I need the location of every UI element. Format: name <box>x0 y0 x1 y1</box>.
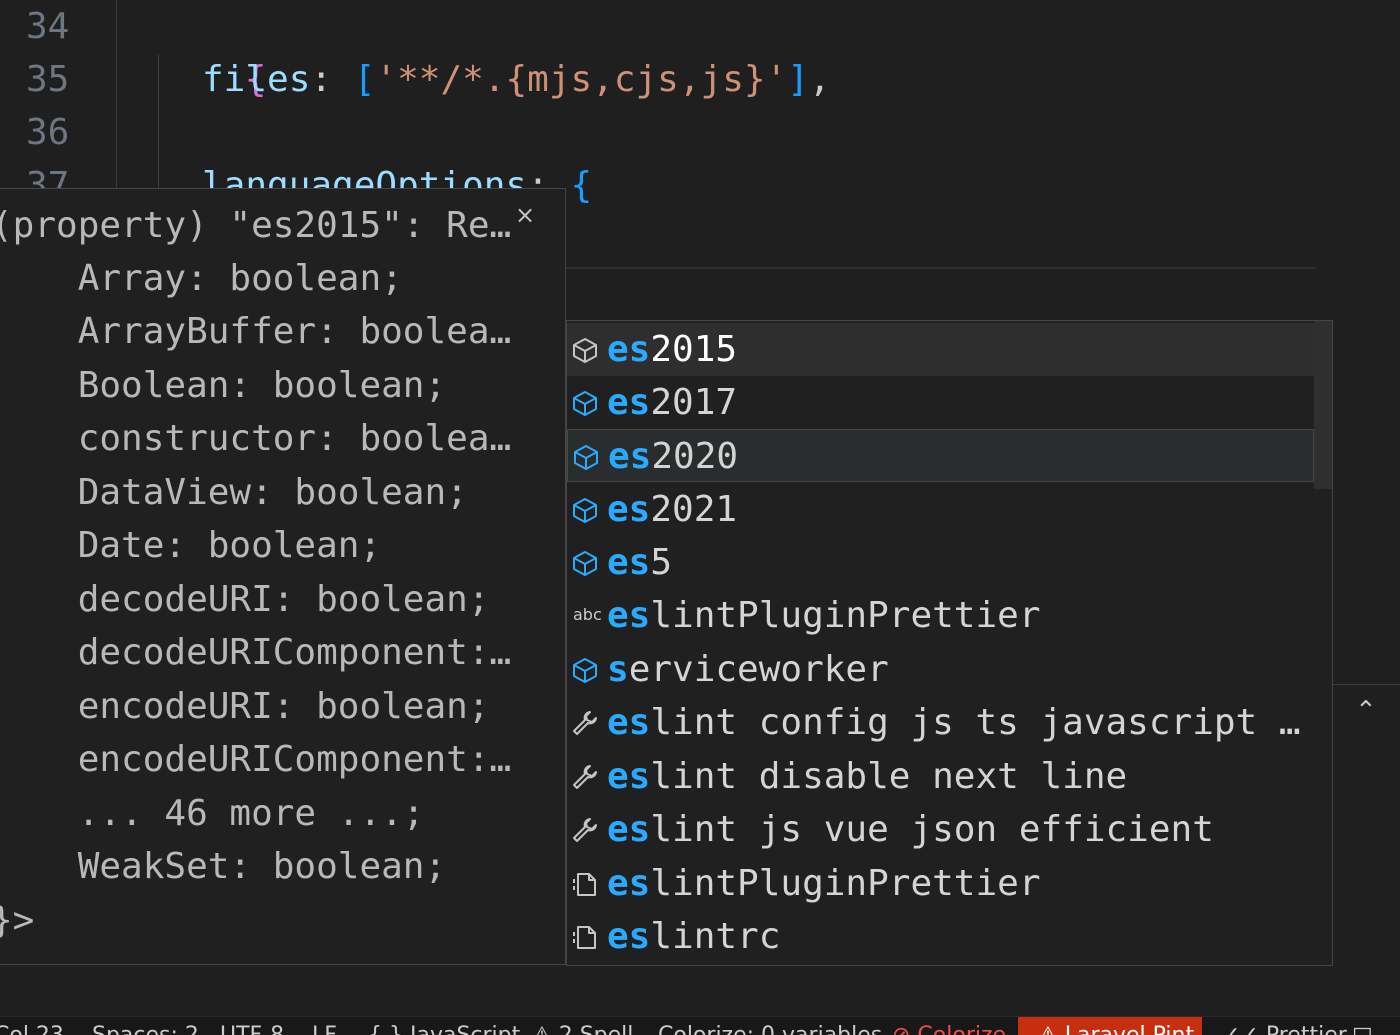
suggestion-label: es2017 <box>607 382 738 423</box>
hover-line: DataView: boolean; <box>0 472 468 513</box>
notifications-icon[interactable]: □ <box>1352 1023 1373 1035</box>
line-number: 35 <box>26 59 70 100</box>
wrench-icon <box>571 709 601 737</box>
suggest-scrollbar[interactable] <box>1314 321 1332 489</box>
laravel-pint-label: ⚠ Laravel Pint <box>1038 1023 1194 1035</box>
chevron-up-icon[interactable]: ⌃ <box>1355 696 1377 726</box>
close-bracket: ] <box>787 59 809 100</box>
line-number: 34 <box>26 6 70 47</box>
suggestion-item[interactable]: eslint js vue json efficient <box>567 803 1314 856</box>
suggestion-item[interactable]: eslintPluginPrettier <box>567 857 1314 910</box>
suggestion-item[interactable]: es2017 <box>567 376 1314 429</box>
cursor-position[interactable]: Col 23 <box>0 1023 64 1035</box>
hover-line: decodeURI: boolean; <box>0 579 490 620</box>
suggestion-label: eslint js vue json efficient <box>607 809 1214 850</box>
file-icon <box>571 870 601 898</box>
file-icon <box>571 923 601 951</box>
suggestion-label: es2020 <box>608 436 739 477</box>
hover-signature: (property) "es2015": Re… <box>0 205 512 246</box>
hover-line: constructor: boolea… <box>0 418 512 459</box>
cube-icon <box>571 336 601 364</box>
suggestion-label: es2015 <box>607 329 738 370</box>
glob-string: '**/*.{mjs,cjs,js}' <box>375 59 788 100</box>
indentation[interactable]: Spaces: 2 <box>92 1023 199 1035</box>
code-line-34[interactable]: { <box>158 0 267 100</box>
suggestion-item[interactable]: eslintrc <box>567 910 1314 963</box>
colon: : <box>310 59 354 100</box>
files-key: files <box>202 59 311 100</box>
cube-icon <box>571 549 601 577</box>
cube-icon <box>571 656 601 684</box>
hover-line: Boolean: boolean; <box>0 365 447 406</box>
suggestion-item[interactable]: es2015 <box>567 323 1314 376</box>
open-brace: { <box>570 165 593 206</box>
suggestion-item[interactable]: eslint config js ts javascript … <box>567 696 1314 749</box>
wrench-icon <box>571 816 601 844</box>
suggestion-item[interactable]: es2020 <box>567 429 1314 482</box>
cube-icon <box>571 389 601 417</box>
close-icon[interactable]: × <box>515 201 535 229</box>
suggestion-item[interactable]: eslint disable next line <box>567 750 1314 803</box>
abc-text-icon: abc <box>573 605 602 624</box>
open-bracket: [ <box>353 59 376 100</box>
suggestion-label: eslintPluginPrettier <box>607 863 1041 904</box>
suggestion-label: es2021 <box>607 489 738 530</box>
hover-line: ArrayBuffer: boolea… <box>0 311 512 352</box>
suggestion-label: eslint config js ts javascript … <box>607 702 1301 743</box>
language-mode[interactable]: { } JavaScript <box>368 1023 520 1035</box>
hover-line: decodeURIComponent:… <box>0 632 512 673</box>
encoding[interactable]: UTF-8 <box>220 1023 284 1035</box>
suggestion-label: eslintrc <box>607 916 781 957</box>
hover-line: }> <box>0 900 35 941</box>
code-line-35[interactable]: files: ['**/*.{mjs,cjs,js}'], <box>202 53 831 106</box>
gutter-divider <box>116 0 117 190</box>
cube-icon <box>571 496 601 524</box>
wrench-icon <box>571 763 601 791</box>
autocomplete-suggestions[interactable]: es2015 es2017 es2020 es2021 es5 abc esli… <box>566 320 1333 966</box>
suggestion-item[interactable]: serviceworker <box>567 643 1314 696</box>
line-number: 36 <box>26 112 70 153</box>
colorize-variables[interactable]: Colorize: 0 variables <box>658 1023 882 1035</box>
suggestion-label: eslintPluginPrettier <box>607 595 1041 636</box>
comma: , <box>808 59 831 100</box>
prettier-status[interactable]: ✓✓ Prettier <box>1222 1023 1347 1035</box>
suggestion-item[interactable]: es2021 <box>567 483 1314 536</box>
cube-icon <box>572 443 602 471</box>
hover-line: encodeURI: boolean; <box>0 686 490 727</box>
hover-line: Array: boolean; <box>0 258 403 299</box>
suggestion-label: es5 <box>607 542 673 583</box>
suggestion-item[interactable]: es5 <box>567 536 1314 589</box>
suggestion-label: eslint disable next line <box>607 756 1128 797</box>
suggestion-label: serviceworker <box>607 649 889 690</box>
suggestion-item[interactable]: abc eslintPluginPrettier <box>567 589 1314 642</box>
panel-border <box>1333 684 1400 685</box>
colorize-toggle[interactable]: ⊘ Colorize <box>892 1023 1006 1035</box>
status-bar: Col 23 Spaces: 2 UTF-8 LF { } JavaScript… <box>0 1016 1400 1035</box>
end-of-line[interactable]: LF <box>312 1023 337 1035</box>
hover-line: ... 46 more ...; <box>0 793 425 834</box>
hover-line: encodeURIComponent:… <box>0 739 512 780</box>
laravel-pint-status[interactable]: ⚠ Laravel Pint <box>1018 1017 1202 1035</box>
spell-check[interactable]: ⚠ 2 Spell <box>532 1023 633 1035</box>
hover-documentation: (property) "es2015": Re… × Array: boolea… <box>0 188 566 965</box>
hover-line: Date: boolean; <box>0 525 382 566</box>
scroll-shadow <box>560 267 1316 269</box>
hover-line: WeakSet: boolean; <box>0 846 447 887</box>
